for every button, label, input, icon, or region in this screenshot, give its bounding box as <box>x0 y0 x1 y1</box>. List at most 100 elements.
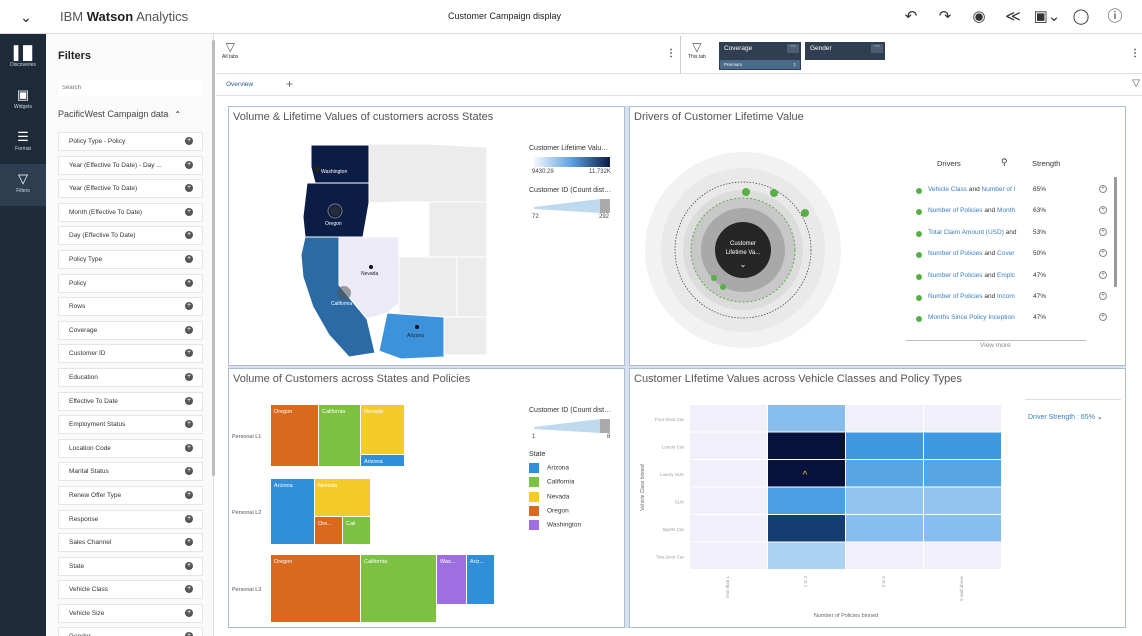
add-filter-icon[interactable]: + <box>185 372 193 381</box>
heatmap-cell[interactable] <box>924 432 1001 460</box>
add-filter-icon[interactable]: + <box>185 467 193 476</box>
more-options-icon[interactable]: ⋮ <box>1130 48 1140 59</box>
driver-node[interactable] <box>770 189 778 197</box>
data-source-header[interactable]: PacificWest Campaign data ⌃ <box>58 109 181 119</box>
driver-row[interactable]: Vehicle Class and Number of I 65% + <box>916 182 1107 203</box>
driver-row[interactable]: Total Claim Amount (USD) and 53% + <box>916 225 1107 246</box>
share-icon[interactable]: ≪ <box>996 6 1030 28</box>
add-filter-icon[interactable]: + <box>185 632 193 636</box>
add-filter-icon[interactable]: + <box>185 254 193 263</box>
legend-entry[interactable]: Arizona <box>529 463 569 473</box>
filter-chip-gender[interactable]: Gender ⋯ <box>805 42 885 60</box>
filter-item[interactable]: Education + <box>58 367 203 387</box>
filter-item[interactable]: Rows + <box>58 297 203 317</box>
heatmap-cell[interactable] <box>846 542 923 570</box>
redo-icon[interactable]: ↷ <box>928 6 962 28</box>
filter-item[interactable]: Policy + <box>58 273 203 293</box>
add-driver-icon[interactable]: + <box>1099 249 1107 258</box>
add-filter-icon[interactable]: + <box>185 137 193 145</box>
treemap-cell[interactable] <box>361 555 436 622</box>
filter-item[interactable]: Policy Type - Policy + <box>58 132 203 151</box>
legend-entry[interactable]: Nevada <box>529 491 569 502</box>
driver-node[interactable] <box>711 275 717 281</box>
heatmap-cell[interactable] <box>846 405 923 432</box>
view-more-link[interactable]: View more <box>980 342 1011 349</box>
bubble-california[interactable] <box>337 286 351 300</box>
filter-icon[interactable]: ▽ <box>1132 78 1140 89</box>
bubble-arizona[interactable] <box>415 325 419 329</box>
filter-item[interactable]: Coverage + <box>58 320 203 340</box>
chevron-down-icon[interactable]: ⌄ <box>18 9 34 25</box>
map-tile[interactable]: Volume & Lifetime Values of customers ac… <box>228 106 625 366</box>
rail-item-widgets[interactable]: ▣ Widgets <box>0 80 46 122</box>
filter-item[interactable]: Customer ID + <box>58 344 203 364</box>
filter-item[interactable]: Sales Channel + <box>58 533 203 553</box>
filter-item[interactable]: Year (Effective To Date) + <box>58 179 203 199</box>
heatmap-cell[interactable] <box>924 542 1001 570</box>
tab-overview[interactable]: Overview <box>226 81 253 88</box>
add-filter-icon[interactable]: + <box>185 184 193 193</box>
add-driver-icon[interactable]: + <box>1099 206 1107 215</box>
undo-icon[interactable]: ↶ <box>894 6 928 28</box>
add-driver-icon[interactable]: + <box>1099 270 1107 279</box>
filter-item[interactable]: Marital Status + <box>58 462 203 482</box>
filters-scrollbar[interactable] <box>212 40 215 476</box>
filters-search-input[interactable] <box>58 80 202 96</box>
filter-item[interactable]: Employment Status + <box>58 415 203 435</box>
add-filter-icon[interactable]: + <box>185 608 193 617</box>
add-filter-icon[interactable]: + <box>185 396 193 405</box>
rail-item-discoveries[interactable]: ▌█ Discoveries <box>0 38 46 80</box>
heatmap-cell[interactable] <box>846 487 923 515</box>
add-filter-icon[interactable]: + <box>185 561 193 570</box>
heatmap-cell[interactable] <box>690 542 767 570</box>
filter-item[interactable]: Vehicle Size + <box>58 603 203 623</box>
rail-item-format[interactable]: ☰ Format <box>0 122 46 164</box>
search-icon[interactable]: ⚲ <box>1001 157 1008 168</box>
add-driver-icon[interactable]: + <box>1099 292 1107 300</box>
legend-entry[interactable]: Oregon <box>529 505 569 516</box>
heatmap-cell[interactable] <box>768 542 845 570</box>
add-driver-icon[interactable]: + <box>1099 313 1107 322</box>
filter-item[interactable]: Response + <box>58 509 203 529</box>
add-filter-icon[interactable]: + <box>185 585 193 594</box>
add-filter-icon[interactable]: + <box>185 490 193 499</box>
filter-item[interactable]: Renew Offer Type + <box>58 485 203 505</box>
heatmap-cell[interactable] <box>924 405 1001 432</box>
state-washington[interactable] <box>310 144 370 184</box>
driver-row[interactable]: Number of Policies and Incom 47% + <box>916 289 1107 310</box>
driver-row[interactable]: Number of Policies and Month 63% + <box>916 203 1107 224</box>
filter-item[interactable]: Year (Effective To Date) - Day ... + <box>58 155 203 175</box>
chip-menu-icon[interactable]: ⋯ <box>787 44 799 53</box>
heatmap-cell[interactable] <box>846 432 923 460</box>
heatmap-cell[interactable] <box>924 515 1001 542</box>
heatmap-cell[interactable] <box>924 460 1001 487</box>
add-filter-icon[interactable]: + <box>185 231 193 240</box>
heatmap-cell[interactable] <box>846 515 923 542</box>
chip-menu-icon[interactable]: ⋯ <box>871 44 883 53</box>
filter-item[interactable]: Day (Effective To Date) + <box>58 226 203 246</box>
driver-spiral-chart[interactable]: Customer Lifetime Va... ⌄ <box>630 107 880 366</box>
filter-item[interactable]: Gender+ <box>58 627 203 636</box>
add-filter-icon[interactable]: + <box>185 207 193 216</box>
settings-icon[interactable]: ▣⌄ <box>1030 6 1064 28</box>
filter-item[interactable]: State + <box>58 556 203 576</box>
all-tabs-filter[interactable]: ▽ All tabs <box>222 40 238 60</box>
add-filter-icon[interactable]: + <box>185 278 193 287</box>
add-filter-icon[interactable]: + <box>185 538 193 547</box>
heatmap-cell[interactable] <box>768 487 845 515</box>
heatmap-cell[interactable] <box>690 432 767 460</box>
heatmap-cell[interactable] <box>690 487 767 515</box>
filter-chip-coverage[interactable]: Coverage ⋯ Premium 1 <box>719 42 801 70</box>
add-filter-icon[interactable]: + <box>185 160 193 169</box>
bubble-nevada[interactable] <box>369 265 373 269</box>
heatmap-chart[interactable]: Four-Door Car Luxury Car Luxury SUV SUV Spor… <box>630 369 1027 628</box>
add-filter-icon[interactable]: + <box>185 302 193 311</box>
filter-item[interactable]: Effective To Date + <box>58 391 203 411</box>
drivers-tile[interactable]: Drivers of Customer Lifetime Value Custo… <box>629 106 1126 366</box>
eye-icon[interactable]: ◉ <box>962 6 996 28</box>
add-filter-icon[interactable]: + <box>185 420 193 429</box>
heatmap-cell[interactable] <box>768 515 845 542</box>
filter-item[interactable]: Vehicle Class + <box>58 580 203 600</box>
chevron-down-icon[interactable]: ⌄ <box>740 260 747 269</box>
driver-strength-dropdown[interactable]: Driver Strength : 65% ⌄ <box>1028 413 1103 421</box>
